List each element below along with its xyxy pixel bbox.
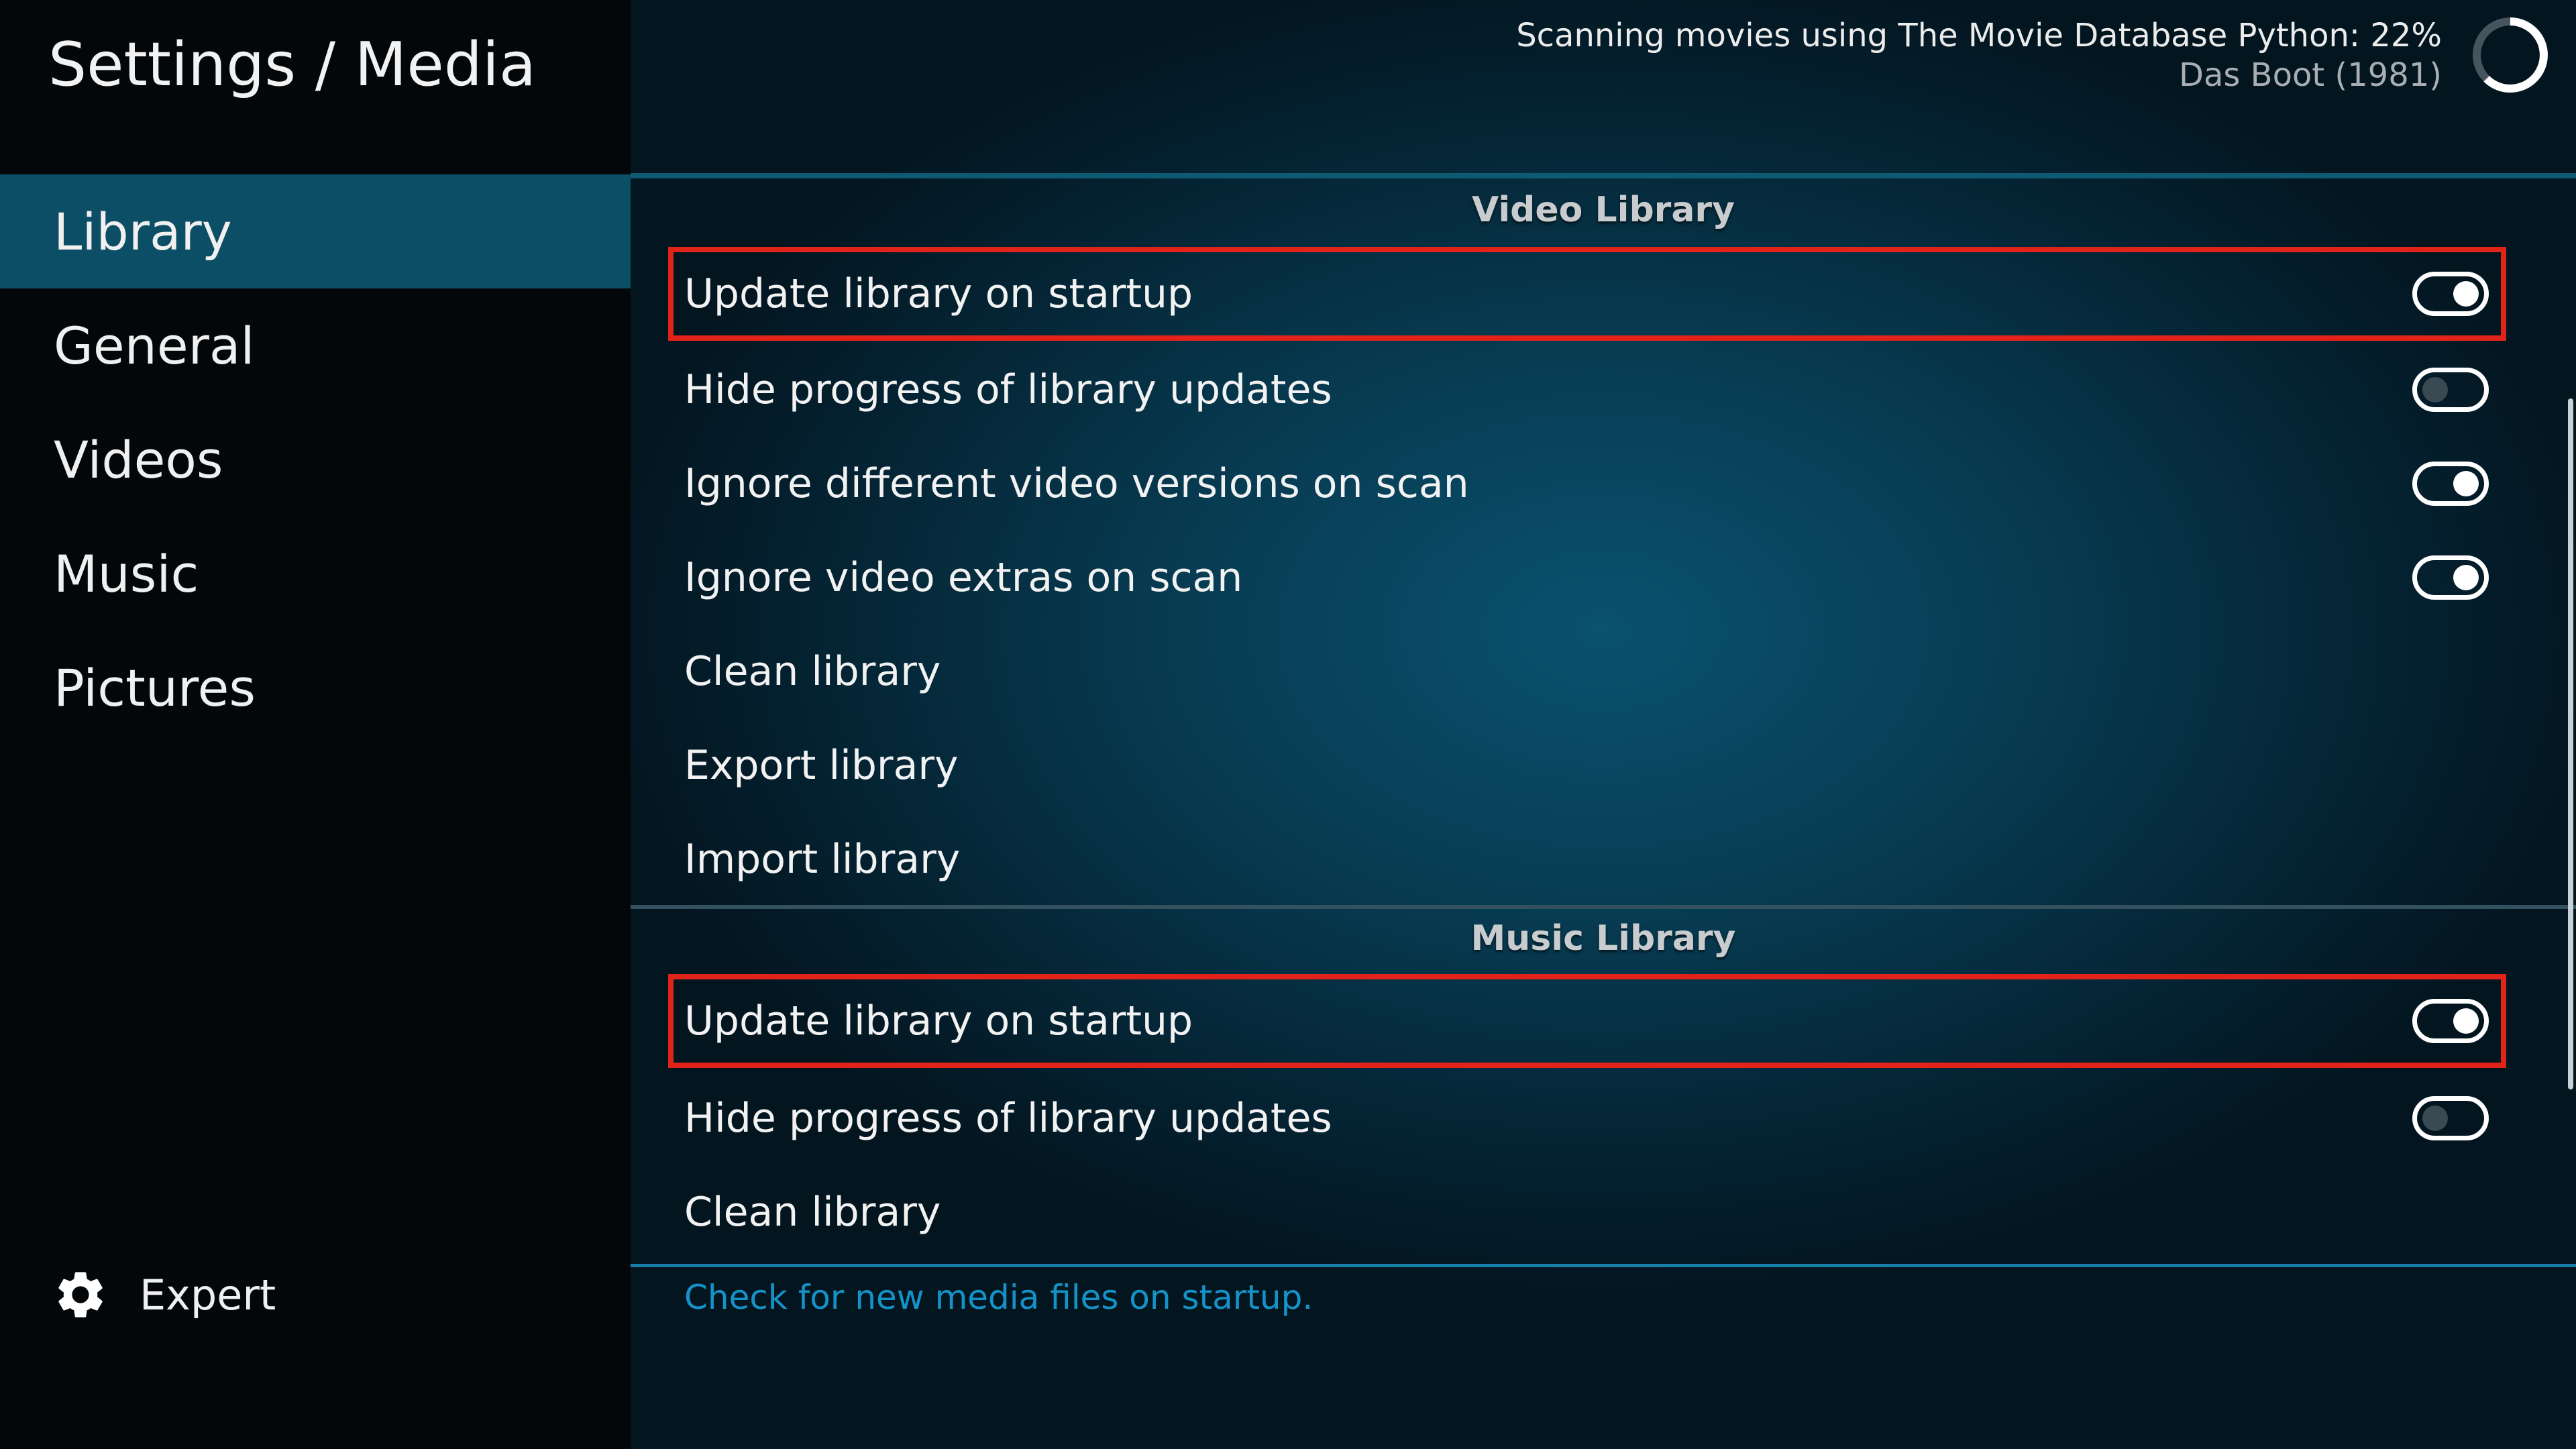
setting-label: Update library on startup: [684, 270, 1193, 317]
scan-status-item: Das Boot (1981): [2179, 56, 2442, 94]
setting-label: Hide progress of library updates: [684, 366, 1332, 413]
setting-label: Clean library: [684, 648, 941, 695]
kodi-settings-screen: Settings / Media Library General Videos …: [0, 0, 2576, 1449]
music-library-header: Music Library: [1470, 918, 1736, 959]
busy-spinner-icon: [2470, 15, 2551, 95]
setting-music-hide-progress[interactable]: Hide progress of library updates: [668, 1071, 2506, 1165]
video-library-header: Video Library: [1472, 190, 1735, 230]
setting-label: Import library: [684, 836, 961, 883]
scrollbar[interactable]: [2568, 398, 2573, 1089]
settings-panel: Scanning movies using The Movie Database…: [631, 0, 2576, 1449]
scan-status-title: Scanning movies using The Movie Database…: [1516, 17, 2442, 54]
setting-video-hide-progress[interactable]: Hide progress of library updates: [668, 343, 2506, 437]
toggle-switch[interactable]: [2412, 462, 2489, 506]
setting-label: Hide progress of library updates: [684, 1095, 1332, 1142]
sidebar-item-videos[interactable]: Videos: [0, 402, 631, 517]
toggle-switch[interactable]: [2412, 272, 2489, 316]
setting-label: Ignore different video versions on scan: [684, 460, 1469, 507]
toggle-knob: [2453, 281, 2479, 307]
setting-music-update-on-startup[interactable]: Update library on startup: [668, 974, 2506, 1068]
setting-music-clean-library[interactable]: Clean library: [668, 1165, 2506, 1259]
expert-label: Expert: [140, 1270, 276, 1320]
sidebar-item-music[interactable]: Music: [0, 517, 631, 631]
setting-video-clean-library[interactable]: Clean library: [668, 625, 2506, 718]
setting-video-update-on-startup[interactable]: Update library on startup: [668, 247, 2506, 341]
toggle-knob: [2453, 1008, 2479, 1034]
scan-status: Scanning movies using The Movie Database…: [1516, 15, 2442, 94]
toggle-knob: [2422, 1106, 2448, 1131]
description-divider: [631, 1264, 2576, 1267]
setting-video-ignore-extras[interactable]: Ignore video extras on scan: [668, 531, 2506, 625]
toggle-switch[interactable]: [2412, 999, 2489, 1043]
expert-settings-button[interactable]: Expert: [52, 1261, 276, 1328]
toggle-switch[interactable]: [2412, 555, 2489, 600]
setting-video-export-library[interactable]: Export library: [668, 718, 2506, 812]
setting-label: Ignore video extras on scan: [684, 554, 1243, 601]
header-divider: [631, 173, 2576, 178]
sidebar: Settings / Media Library General Videos …: [0, 0, 631, 1449]
toggle-knob: [2453, 565, 2479, 590]
gear-icon: [52, 1267, 109, 1323]
toggle-switch[interactable]: [2412, 1096, 2489, 1140]
section-divider: [631, 905, 2576, 909]
sidebar-item-pictures[interactable]: Pictures: [0, 631, 631, 745]
setting-description: Check for new media files on startup.: [684, 1278, 1313, 1317]
page-title: Settings / Media: [48, 30, 536, 100]
setting-label: Update library on startup: [684, 998, 1193, 1044]
setting-label: Clean library: [684, 1189, 941, 1236]
toggle-switch[interactable]: [2412, 368, 2489, 412]
toggle-knob: [2422, 377, 2448, 402]
sidebar-item-library[interactable]: Library: [0, 174, 631, 288]
sidebar-item-general[interactable]: General: [0, 288, 631, 402]
setting-label: Export library: [684, 742, 959, 789]
setting-video-ignore-versions[interactable]: Ignore different video versions on scan: [668, 437, 2506, 531]
setting-video-import-library[interactable]: Import library: [668, 812, 2506, 906]
toggle-knob: [2453, 471, 2479, 496]
